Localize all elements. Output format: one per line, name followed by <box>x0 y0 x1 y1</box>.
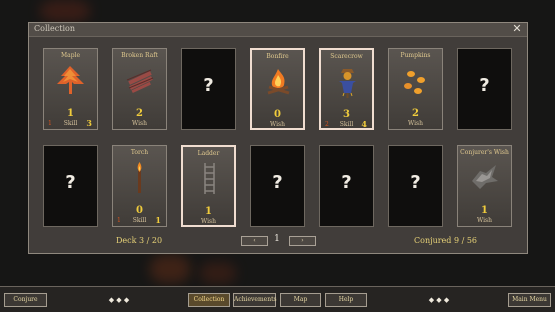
question-mark-icon: ? <box>65 172 76 193</box>
main-menu-button[interactable]: Main Menu <box>508 293 551 307</box>
background-decoration <box>200 262 236 284</box>
achievements-button[interactable]: Achievements <box>233 293 277 307</box>
card-ladder[interactable]: Ladder 1 Wish <box>181 145 236 227</box>
locked-card-slot[interactable]: ? <box>388 145 443 227</box>
deck-count: Deck 3 / 20 <box>116 236 163 245</box>
card-value: 2 <box>136 108 143 119</box>
card-type: Wish <box>270 121 285 128</box>
card-name: Maple <box>60 52 81 59</box>
card-name: Pumpkins <box>400 52 431 59</box>
card-torch[interactable]: Torch 0 Skill 1 1 <box>112 145 167 227</box>
card-name: Ladder <box>197 150 220 157</box>
card-value: 0 <box>274 109 281 120</box>
conjured-count: Conjured 9 / 56 <box>414 236 477 245</box>
question-mark-icon: ? <box>341 172 352 193</box>
card-value: 1 <box>481 205 488 216</box>
page-number: 1 <box>274 234 280 244</box>
background-decoration <box>150 255 190 283</box>
card-type: Wish <box>477 217 492 224</box>
pumpkins-icon <box>397 62 434 98</box>
next-page-button[interactable]: › <box>289 236 316 246</box>
locked-card-slot[interactable]: ? <box>250 145 305 227</box>
card-left-number: 1 <box>48 120 52 127</box>
card-name: Conjurer's Wish <box>460 149 509 156</box>
bottom-bar: Conjure ◆ ◆ ◆ Collection Achievements Ma… <box>0 286 555 312</box>
card-fire[interactable]: Bonfire 0 Wish <box>250 48 305 130</box>
collection-button[interactable]: Collection <box>188 293 230 307</box>
card-scarecrow[interactable]: Scarecrow 3 Skill 2 4 <box>319 48 374 130</box>
card-tree[interactable]: Maple 1 Skill 1 3 <box>43 48 98 130</box>
card-name: Broken Raft <box>121 52 158 59</box>
card-value: 1 <box>205 206 212 217</box>
question-mark-icon: ? <box>410 172 421 193</box>
window-titlebar: Collection ✕ <box>29 23 527 37</box>
card-left-number: 1 <box>117 217 121 224</box>
background-decoration <box>40 0 90 22</box>
card-grid: Maple 1 Skill 1 3 Broken Raft 2 Wish? Bonfire 0 Wi… <box>43 48 512 227</box>
question-mark-icon: ? <box>479 75 490 96</box>
card-left-number: 2 <box>325 121 329 128</box>
card-name: Scarecrow <box>330 53 363 60</box>
raft-icon <box>121 62 158 98</box>
card-right-number: 1 <box>155 215 161 225</box>
card-name: Bonfire <box>266 53 289 60</box>
card-right-number: 3 <box>86 118 92 128</box>
locked-card-slot[interactable]: ? <box>319 145 374 227</box>
card-raft[interactable]: Broken Raft 2 Wish <box>112 48 167 130</box>
ladder-icon <box>191 160 228 196</box>
fire-icon <box>260 63 297 99</box>
help-button[interactable]: Help <box>325 293 367 307</box>
torch-icon <box>121 159 158 195</box>
prev-page-button[interactable]: ‹ <box>241 236 268 246</box>
card-type: Wish <box>132 120 147 127</box>
card-right-number: 4 <box>361 119 367 129</box>
card-pumpkins[interactable]: Pumpkins 2 Wish <box>388 48 443 130</box>
card-wish[interactable]: Conjurer's Wish 1 Wish <box>457 145 512 227</box>
card-value: 2 <box>412 108 419 119</box>
locked-card-slot[interactable]: ? <box>181 48 236 130</box>
diamond-ornament-left: ◆ ◆ ◆ <box>108 296 130 304</box>
tree-icon <box>52 62 89 98</box>
locked-card-slot[interactable]: ? <box>457 48 512 130</box>
window-title: Collection <box>34 24 76 33</box>
map-button[interactable]: Map <box>280 293 321 307</box>
scarecrow-icon <box>329 63 366 99</box>
locked-card-slot[interactable]: ? <box>43 145 98 227</box>
card-type: Wish <box>201 218 216 225</box>
question-mark-icon: ? <box>203 75 214 96</box>
question-mark-icon: ? <box>272 172 283 193</box>
card-type: Wish <box>408 120 423 127</box>
close-icon[interactable]: ✕ <box>511 23 523 35</box>
diamond-ornament-right: ◆ ◆ ◆ <box>428 296 450 304</box>
conjure-button[interactable]: Conjure <box>4 293 47 307</box>
card-name: Torch <box>130 149 149 156</box>
wish-icon <box>466 159 503 195</box>
collection-window: Collection ✕ Maple 1 Skill 1 3 Broken Raft 2 Wi… <box>28 22 528 254</box>
